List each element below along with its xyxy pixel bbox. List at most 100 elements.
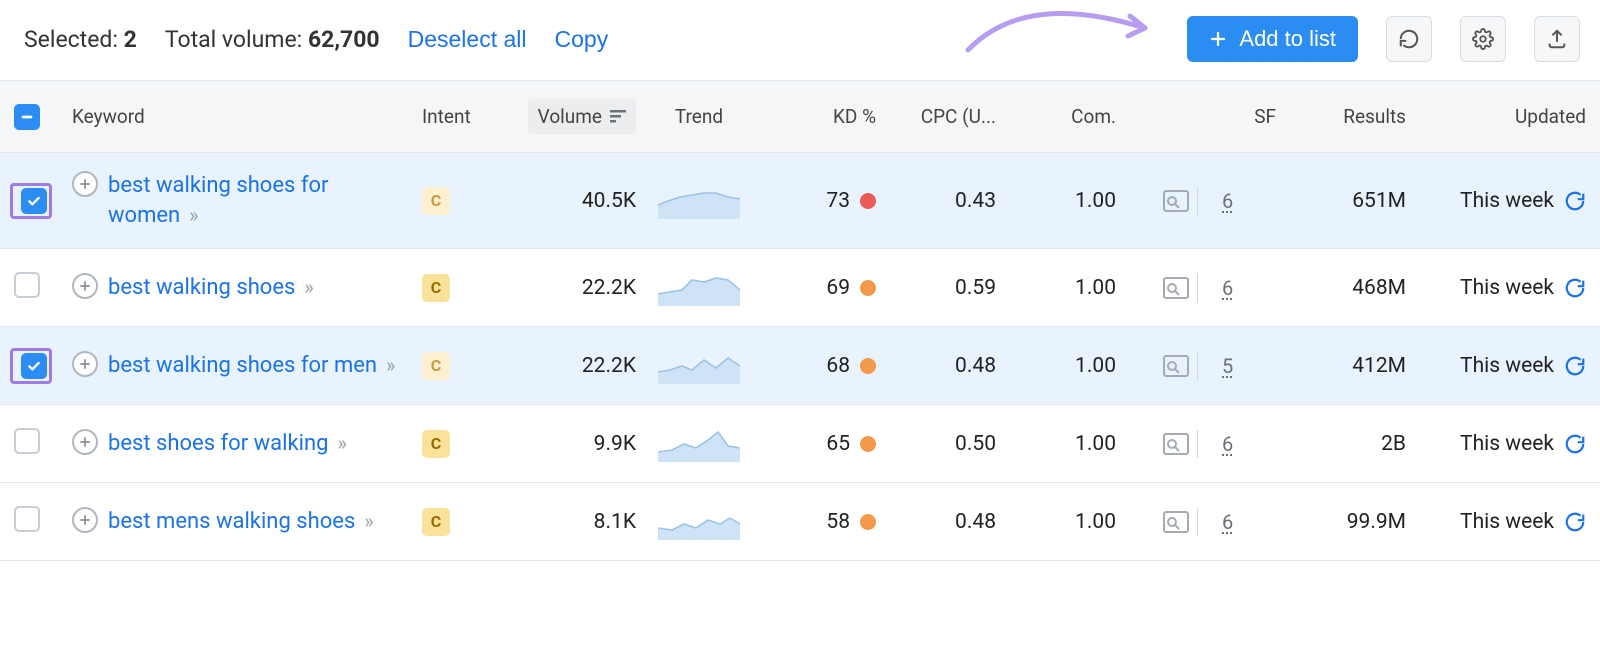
sf-icon-cell — [1124, 260, 1214, 316]
updated-cell: This week — [1414, 175, 1594, 227]
cpc-cell: 0.48 — [884, 496, 1004, 548]
selected-count: Selected: 2 — [24, 26, 137, 53]
kd-difficulty-dot — [860, 280, 876, 296]
updated-label: This week — [1460, 510, 1554, 534]
com-cell: 1.00 — [1004, 262, 1124, 314]
refresh-icon — [1398, 28, 1420, 50]
selected-label: Selected: — [24, 26, 118, 53]
chevron-right-icon: » — [337, 431, 346, 455]
keyword-cell: best walking shoes for men » — [64, 333, 414, 399]
header-sf[interactable]: SF — [1124, 91, 1284, 142]
expand-row-button[interactable] — [72, 171, 98, 197]
header-trend[interactable]: Trend — [644, 91, 754, 142]
sf-count-cell: 6 — [1214, 175, 1284, 227]
serp-features-icon[interactable] — [1163, 511, 1189, 533]
volume-cell: 9.9K — [494, 418, 644, 470]
sf-count-cell: 6 — [1214, 418, 1284, 470]
updated-label: This week — [1460, 276, 1554, 300]
trend-sparkline — [658, 270, 740, 306]
total-volume-value: 62,700 — [308, 26, 380, 53]
intent-badge: C — [422, 274, 450, 302]
trend-sparkline — [658, 504, 740, 540]
row-refresh-button[interactable] — [1564, 511, 1586, 533]
row-checkbox[interactable] — [21, 353, 47, 379]
expand-row-button[interactable] — [72, 507, 98, 533]
sf-count[interactable]: 6 — [1222, 432, 1233, 456]
results-cell: 651M — [1284, 175, 1414, 227]
row-checkbox[interactable] — [14, 428, 40, 454]
updated-cell: This week — [1414, 418, 1594, 470]
kd-difficulty-dot — [860, 514, 876, 530]
header-com[interactable]: Com. — [1004, 91, 1124, 142]
sf-icon-cell — [1124, 338, 1214, 394]
top-toolbar: Selected: 2 Total volume: 62,700 Deselec… — [0, 0, 1600, 80]
intent-cell: C — [414, 173, 494, 229]
header-volume-label: Volume — [538, 105, 602, 128]
serp-features-icon[interactable] — [1163, 190, 1189, 212]
keyword-link[interactable]: best walking shoes — [108, 275, 295, 300]
intent-badge: C — [422, 352, 450, 380]
total-volume-label: Total volume: — [165, 26, 302, 53]
sf-count[interactable]: 6 — [1222, 189, 1233, 213]
volume-cell: 22.2K — [494, 262, 644, 314]
expand-row-button[interactable] — [72, 429, 98, 455]
kd-cell: 58 — [754, 496, 884, 548]
cpc-cell: 0.50 — [884, 418, 1004, 470]
header-intent[interactable]: Intent — [414, 91, 494, 142]
gear-icon — [1472, 28, 1494, 50]
keyword-link[interactable]: best walking shoes for women — [108, 173, 328, 228]
com-cell: 1.00 — [1004, 418, 1124, 470]
header-cpc[interactable]: CPC (U... — [884, 91, 1004, 142]
add-to-list-button[interactable]: Add to list — [1187, 16, 1358, 62]
com-cell: 1.00 — [1004, 175, 1124, 227]
keyword-link[interactable]: best shoes for walking — [108, 431, 328, 456]
intent-cell: C — [414, 260, 494, 316]
table-header-row: Keyword Intent Volume Trend KD % CPC (U.… — [0, 81, 1600, 153]
serp-features-icon[interactable] — [1163, 433, 1189, 455]
deselect-all-button[interactable]: Deselect all — [408, 26, 527, 53]
results-cell: 412M — [1284, 340, 1414, 392]
kd-cell: 68 — [754, 340, 884, 392]
row-refresh-button[interactable] — [1564, 355, 1586, 377]
row-refresh-button[interactable] — [1564, 433, 1586, 455]
row-refresh-button[interactable] — [1564, 277, 1586, 299]
header-keyword[interactable]: Keyword — [64, 91, 414, 142]
export-button[interactable] — [1534, 16, 1580, 62]
row-refresh-button[interactable] — [1564, 190, 1586, 212]
keyword-link[interactable]: best mens walking shoes — [108, 509, 355, 534]
refresh-button[interactable] — [1386, 16, 1432, 62]
intent-badge: C — [422, 187, 450, 215]
expand-row-button[interactable] — [72, 351, 98, 377]
updated-cell: This week — [1414, 496, 1594, 548]
results-cell: 99.9M — [1284, 496, 1414, 548]
row-checkbox[interactable] — [14, 272, 40, 298]
serp-features-icon[interactable] — [1163, 355, 1189, 377]
keyword-link[interactable]: best walking shoes for men — [108, 353, 377, 378]
header-kd[interactable]: KD % — [754, 91, 884, 142]
row-checkbox[interactable] — [21, 188, 47, 214]
chevron-right-icon: » — [304, 275, 313, 299]
results-cell: 468M — [1284, 262, 1414, 314]
serp-features-icon[interactable] — [1163, 277, 1189, 299]
row-checkbox-cell — [0, 169, 64, 233]
sf-count[interactable]: 6 — [1222, 510, 1233, 534]
header-results[interactable]: Results — [1284, 91, 1414, 142]
sf-count[interactable]: 6 — [1222, 276, 1233, 300]
updated-label: This week — [1460, 189, 1554, 213]
sort-desc-icon — [610, 110, 626, 124]
kd-difficulty-dot — [860, 436, 876, 452]
add-to-list-label: Add to list — [1239, 26, 1336, 52]
sf-count[interactable]: 5 — [1222, 354, 1233, 378]
copy-button[interactable]: Copy — [555, 26, 609, 53]
results-table: Keyword Intent Volume Trend KD % CPC (U.… — [0, 80, 1600, 561]
expand-row-button[interactable] — [72, 273, 98, 299]
sf-icon-cell — [1124, 494, 1214, 550]
row-checkbox[interactable] — [14, 506, 40, 532]
header-updated[interactable]: Updated — [1414, 91, 1594, 142]
updated-label: This week — [1460, 432, 1554, 456]
settings-button[interactable] — [1460, 16, 1506, 62]
header-volume[interactable]: Volume — [494, 85, 644, 148]
volume-cell: 8.1K — [494, 496, 644, 548]
select-all-checkbox[interactable] — [14, 104, 40, 130]
row-checkbox-cell — [0, 258, 64, 317]
